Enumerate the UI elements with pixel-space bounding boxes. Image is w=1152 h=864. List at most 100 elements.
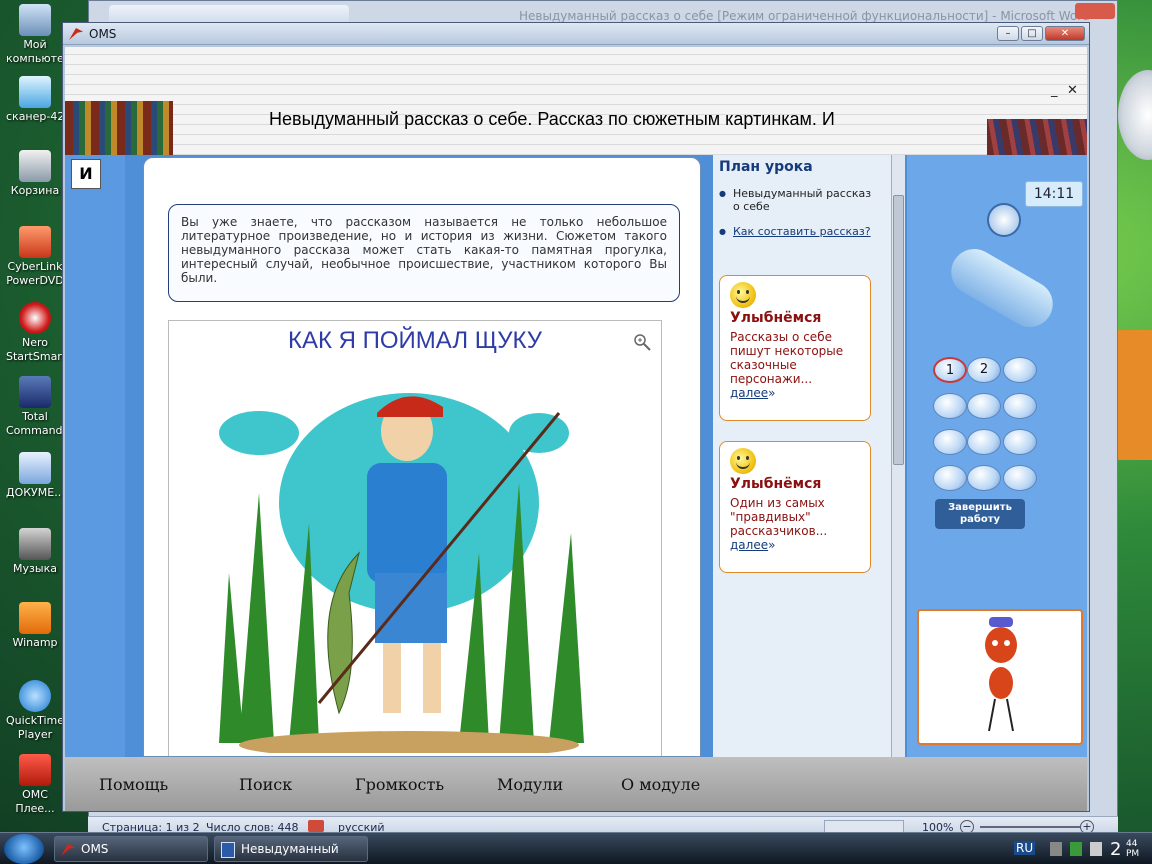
maximize-button[interactable]: □ — [1021, 26, 1043, 41]
plan-item-link[interactable]: Как составить рассказ? — [733, 225, 871, 238]
taskbar-item-word[interactable]: Невыдуманный ра... — [214, 836, 368, 862]
card-text: Рассказы о себе пишут некоторые сказочны… — [730, 330, 844, 400]
quicktime-icon — [19, 680, 51, 712]
modules-menu[interactable]: Модули — [497, 775, 563, 794]
dial-button-3[interactable] — [1003, 357, 1037, 383]
oms-title: OMS — [89, 27, 117, 41]
scroll-thumb[interactable] — [893, 195, 904, 465]
dial-back-button[interactable] — [933, 465, 967, 491]
minimize-button[interactable]: – — [997, 26, 1019, 41]
notepad-gadget-icon — [1118, 330, 1152, 460]
spellcheck-icon[interactable] — [308, 820, 324, 832]
desktop-icon-my-computer[interactable]: Мой компьютер — [6, 4, 71, 66]
floppy-icon — [19, 376, 51, 408]
phone-handset-icon — [942, 240, 1062, 336]
close-button[interactable]: ✕ — [1045, 26, 1085, 41]
more-link[interactable]: далее — [730, 386, 768, 400]
taskbar-item-oms[interactable]: OMS — [54, 836, 208, 862]
desktop-icon-winamp[interactable]: Winamp — [6, 602, 64, 650]
powerdvd-icon — [19, 226, 51, 258]
desktop-icon-oms-player[interactable]: ОМС Плее... — [6, 754, 64, 816]
oms-header: Невыдуманный рассказ о себе. Рассказ по … — [65, 47, 1087, 155]
desktop-icon-recycle-bin[interactable]: Корзина — [6, 150, 64, 198]
dial-button-2[interactable]: 2 — [967, 357, 1001, 383]
desktop-icon-powerdvd[interactable]: CyberLink PowerDVD — [6, 226, 64, 288]
plan-item-story[interactable]: Невыдуманный рассказ о себе — [719, 187, 879, 213]
oms-footer-menu: Помощь Поиск Громкость Модули О модуле — [65, 757, 1087, 811]
dial-button-0[interactable] — [967, 465, 1001, 491]
word-doc-icon — [221, 842, 235, 858]
card-text: Один из самых "правдивых" рассказчиков..… — [730, 496, 828, 552]
dial-button-5[interactable] — [967, 393, 1001, 419]
smiley-icon — [730, 448, 756, 474]
plan-item-label: Невыдуманный рассказ о себе — [733, 187, 872, 213]
oms-window: OMS – □ ✕ Невыдуманный рассказ о себе. Р… — [62, 22, 1090, 812]
books-right-image — [987, 119, 1087, 155]
word-title: Невыдуманный рассказ о себе [Режим огран… — [519, 9, 1090, 23]
ant-character-box — [917, 609, 1083, 745]
story-picture[interactable]: КАК Я ПОЙМАЛ ЩУКУ — [168, 320, 662, 756]
recycle-bin-icon — [19, 150, 51, 182]
finish-work-button[interactable]: Завершить работу — [935, 499, 1025, 529]
dial-button-8[interactable] — [967, 429, 1001, 455]
computer-icon — [19, 4, 51, 36]
header-minimize-button[interactable]: _ — [1051, 83, 1058, 98]
scanner-icon — [19, 76, 51, 108]
tray-icons[interactable] — [1050, 842, 1102, 856]
ant-character-icon — [985, 617, 1017, 732]
smile-card-2: Улыбнёмся Один из самых "правдивых" расс… — [719, 441, 871, 573]
plan-title: План урока — [719, 159, 813, 175]
word-close-button[interactable] — [1075, 3, 1115, 19]
plan-item-how-to[interactable]: Как составить рассказ? — [719, 225, 879, 238]
volume-menu[interactable]: Громкость — [355, 775, 444, 794]
help-menu[interactable]: Помощь — [99, 775, 168, 794]
content-panel: Вы уже знаете, что рассказом называется … — [143, 157, 701, 757]
oms-logo-icon — [61, 844, 75, 856]
dial-button-6[interactable] — [1003, 393, 1037, 419]
fisherman-illustration — [219, 393, 584, 753]
intro-text: Вы уже знаете, что рассказом называется … — [168, 204, 680, 302]
desktop-icon-documents[interactable]: ДОКУМЕ... — [6, 452, 65, 500]
dial-button-4[interactable] — [933, 393, 967, 419]
lesson-title: Невыдуманный рассказ о себе. Рассказ по … — [269, 109, 835, 129]
music-icon — [19, 528, 51, 560]
language-indicator[interactable]: RU — [1014, 841, 1036, 855]
smiley-icon — [730, 282, 756, 308]
oms-titlebar[interactable]: OMS – □ ✕ — [63, 23, 1089, 45]
dial-button-1[interactable]: 1 — [933, 357, 967, 383]
about-module-menu[interactable]: О модуле — [621, 775, 700, 794]
clock-minutes[interactable]: 44 PM — [1126, 839, 1146, 859]
clock-gadget-icon — [1118, 70, 1152, 160]
card-title: Улыбнёмся — [730, 310, 822, 326]
phone-panel: 14:11 1 2 Завершить работу — [907, 155, 1087, 757]
taskbar: OMS Невыдуманный ра... RU 2 44 PM — [0, 832, 1152, 864]
start-button[interactable] — [4, 834, 44, 864]
clock-hour[interactable]: 2 — [1110, 839, 1121, 860]
letter-badge: И — [71, 159, 101, 189]
plan-scrollbar[interactable] — [891, 155, 905, 757]
desktop-icon-nero[interactable]: Nero StartSmart — [6, 302, 66, 364]
oms-body: И Вы уже знаете, что рассказом называетс… — [65, 155, 1087, 757]
search-menu[interactable]: Поиск — [239, 775, 292, 794]
documents-icon — [19, 452, 51, 484]
zoom-slider[interactable] — [980, 826, 1080, 828]
desktop-icon-quicktime[interactable]: QuickTime Player — [6, 680, 64, 742]
clock-display: 14:11 — [1025, 181, 1083, 207]
card-title: Улыбнёмся — [730, 476, 822, 492]
clock-knob-icon — [987, 203, 1021, 237]
dial-button-7[interactable] — [933, 429, 967, 455]
oms-logo-icon — [69, 28, 83, 40]
winamp-icon — [19, 602, 51, 634]
smile-card-1: Улыбнёмся Рассказы о себе пишут некоторы… — [719, 275, 871, 421]
more-link[interactable]: далее — [730, 538, 768, 552]
desktop-icon-total-commander[interactable]: Total Commander — [6, 376, 74, 438]
dial-button-9[interactable] — [1003, 429, 1037, 455]
lesson-plan-panel: План урока Невыдуманный рассказ о себе К… — [713, 155, 891, 757]
zoom-icon[interactable] — [633, 333, 651, 351]
dial-forward-button[interactable] — [1003, 465, 1037, 491]
desktop-icon-music[interactable]: Музыка — [6, 528, 64, 576]
header-close-button[interactable]: ✕ — [1067, 83, 1078, 98]
system-tray: RU 2 44 PM — [1010, 833, 1152, 864]
books-left-image — [65, 101, 173, 155]
desktop-icon-scanner[interactable]: сканер-420 — [6, 76, 71, 124]
